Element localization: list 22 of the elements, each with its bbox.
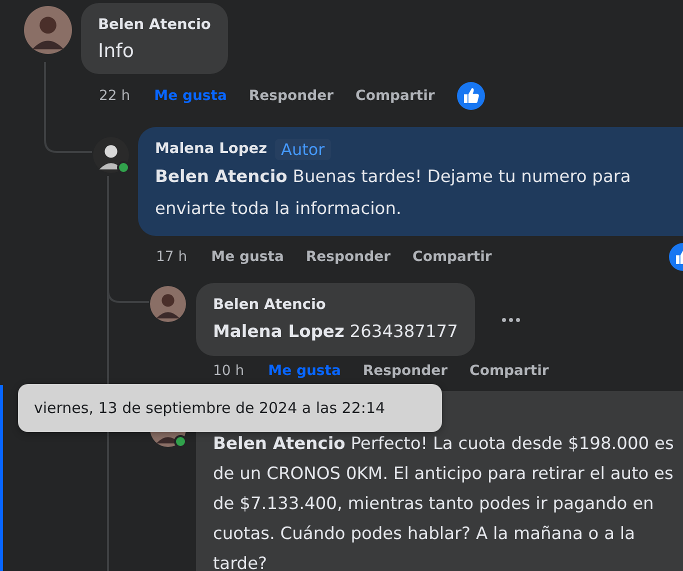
author-name[interactable]: Malena Lopez [155,141,268,157]
author-name[interactable]: Belen Atencio [213,297,326,313]
author-badge: Autor [275,138,331,160]
like-link[interactable]: Me gusta [211,249,284,265]
comment-text: Info [98,39,135,64]
timestamp[interactable]: 22 h [99,88,130,104]
timestamp[interactable]: 17 h [156,249,188,265]
more-icon [500,317,521,323]
share-link[interactable]: Compartir [356,88,435,104]
comment-text: Belen Atencio Buenas tardes! Dejame tu numero para enviarte toda la informacion. [155,166,632,221]
reply-link[interactable]: Responder [306,249,391,265]
avatar[interactable] [93,137,129,173]
share-link[interactable]: Compartir [470,363,549,379]
timestamp[interactable]: 10 h [213,363,244,379]
comment-text: Belen Atencio Perfecto! La cuota desde $198.000 es de un CRONOS 0KM. El anticipo para retirar el auto es de $7.133.400, mientras tanto podes ir pagando en cuotas. Cuándo podes hablar? A la mañana o a la tarde? [213,433,675,571]
like-reaction-icon[interactable] [456,82,485,110]
reply-link[interactable]: Responder [248,88,334,104]
date-tooltip: viernes, 13 de septiembre de 2024 a las 22:14 [18,384,442,432]
comment-text: Malena Lopez 2634387177 [213,321,458,344]
share-link[interactable]: Compartir [412,249,492,265]
author-name[interactable]: Belen Atencio [98,17,211,33]
reply-link[interactable]: Responder [362,363,448,379]
